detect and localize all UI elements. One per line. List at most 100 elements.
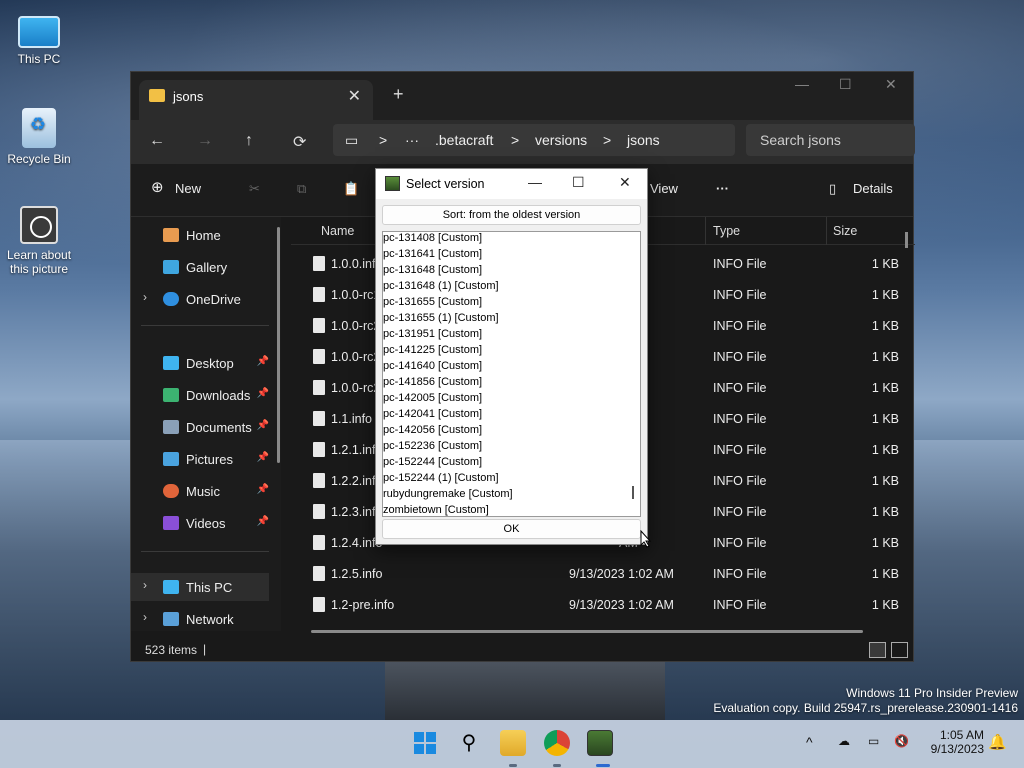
- cut-icon[interactable]: ✂: [249, 181, 260, 197]
- nav-item-videos[interactable]: Videos 📌: [131, 509, 269, 537]
- file-explorer-taskbar-icon[interactable]: [500, 730, 526, 756]
- refresh-button[interactable]: ⟳: [293, 132, 306, 152]
- clock[interactable]: 1:05 AM 9/13/2023: [922, 728, 984, 756]
- column-header-name[interactable]: Name: [321, 224, 354, 238]
- pin-icon[interactable]: 📌: [257, 452, 269, 463]
- list-item[interactable]: pc-141225 [Custom]: [383, 343, 627, 359]
- column-divider[interactable]: [826, 217, 827, 245]
- list-item[interactable]: pc-131408 [Custom]: [383, 232, 627, 247]
- file-icon: [313, 411, 325, 426]
- copy-icon[interactable]: ⧉: [297, 181, 306, 197]
- nav-item-music[interactable]: Music 📌: [131, 477, 269, 505]
- list-item[interactable]: pc-141856 [Custom]: [383, 375, 627, 391]
- start-button[interactable]: [412, 730, 438, 756]
- tiles-view-button[interactable]: [891, 642, 908, 658]
- notification-bell-icon[interactable]: 🔔: [988, 733, 1007, 751]
- list-item[interactable]: pc-152236 [Custom]: [383, 439, 627, 455]
- search-icon[interactable]: ⚲: [456, 730, 482, 756]
- list-item[interactable]: pc-152244 [Custom]: [383, 455, 627, 471]
- list-item[interactable]: pc-142005 [Custom]: [383, 391, 627, 407]
- tray-chevron-icon[interactable]: ^: [806, 734, 813, 750]
- ok-button[interactable]: OK: [382, 519, 641, 539]
- tab-jsons[interactable]: jsons ✕: [139, 80, 373, 120]
- close-tab-icon[interactable]: ✕: [348, 86, 361, 106]
- dialog-maximize-button[interactable]: ☐: [572, 174, 585, 191]
- nav-item-network[interactable]: › Network: [131, 605, 269, 633]
- clock-time: 1:05 AM: [939, 728, 984, 742]
- list-item[interactable]: pc-142056 [Custom]: [383, 423, 627, 439]
- breadcrumb-more[interactable]: ···: [405, 132, 419, 148]
- column-divider[interactable]: [705, 217, 706, 245]
- breadcrumb-item-betacraft[interactable]: .betacraft: [435, 132, 493, 148]
- list-item[interactable]: pc-131648 [Custom]: [383, 263, 627, 279]
- file-icon: [313, 256, 325, 271]
- betacraft-taskbar-icon[interactable]: [587, 730, 613, 756]
- maximize-button[interactable]: ☐: [839, 76, 852, 93]
- nav-item-this-pc[interactable]: › This PC: [131, 573, 269, 601]
- minimize-button[interactable]: —: [795, 76, 809, 92]
- column-header-type[interactable]: Type: [713, 224, 740, 238]
- search-input[interactable]: Search jsons: [746, 124, 915, 156]
- vertical-scrollbar[interactable]: [905, 232, 908, 248]
- nav-item-desktop[interactable]: Desktop 📌: [131, 349, 269, 377]
- list-item[interactable]: pc-142041 [Custom]: [383, 407, 627, 423]
- list-item[interactable]: pc-131641 [Custom]: [383, 247, 627, 263]
- tab-title: jsons: [173, 89, 204, 104]
- list-item[interactable]: pc-141640 [Custom]: [383, 359, 627, 375]
- breadcrumb[interactable]: ▭ > ··· .betacraft > versions > jsons: [333, 124, 735, 156]
- list-item[interactable]: pc-152244 (1) [Custom]: [383, 471, 627, 487]
- new-button[interactable]: New: [175, 181, 201, 196]
- nav-item-home[interactable]: Home: [131, 221, 269, 249]
- back-button[interactable]: ←: [149, 132, 165, 150]
- paste-icon[interactable]: 📋: [343, 181, 359, 197]
- volume-muted-icon[interactable]: 🔇: [894, 734, 909, 748]
- nav-item-pictures[interactable]: Pictures 📌: [131, 445, 269, 473]
- nav-item-documents[interactable]: Documents 📌: [131, 413, 269, 441]
- forward-button[interactable]: →: [197, 132, 213, 150]
- horizontal-scrollbar[interactable]: [311, 630, 863, 633]
- details-button[interactable]: Details: [853, 181, 893, 196]
- details-view-button[interactable]: [869, 642, 886, 658]
- chevron-right-icon[interactable]: ›: [143, 610, 147, 624]
- dialog-title: Select version: [406, 177, 485, 191]
- column-header-size[interactable]: Size: [833, 224, 857, 238]
- pin-icon[interactable]: 📌: [257, 484, 269, 495]
- version-listbox[interactable]: pc-131408 [Custom] pc-131641 [Custom] pc-1…: [382, 231, 641, 517]
- pin-icon[interactable]: 📌: [257, 356, 269, 367]
- sort-button[interactable]: Sort: from the oldest version: [382, 205, 641, 225]
- listbox-scrollbar-thumb[interactable]: [632, 486, 634, 499]
- nav-item-downloads[interactable]: Downloads 📌: [131, 381, 269, 409]
- desktop-icon-learn-picture[interactable]: Learn about this picture: [3, 206, 75, 276]
- nav-item-gallery[interactable]: Gallery: [131, 253, 269, 281]
- onedrive-tray-icon[interactable]: ☁: [838, 734, 850, 748]
- table-row[interactable]: 1.2.5.info 9/13/2023 1:02 AM INFO File 1 KB: [291, 559, 915, 590]
- table-row[interactable]: 1.2-pre.info 9/13/2023 1:02 AM INFO File 1 …: [291, 590, 915, 621]
- more-options-button[interactable]: ···: [716, 181, 729, 196]
- list-item[interactable]: pc-131655 (1) [Custom]: [383, 311, 627, 327]
- pin-icon[interactable]: 📌: [257, 420, 269, 431]
- desktop-icon-this-pc[interactable]: This PC: [3, 10, 75, 66]
- chevron-right-icon[interactable]: ›: [143, 578, 147, 592]
- close-window-button[interactable]: ✕: [885, 76, 897, 93]
- dialog-close-button[interactable]: ✕: [619, 174, 631, 191]
- desktop-icon-recycle-bin[interactable]: Recycle Bin: [3, 108, 75, 166]
- breadcrumb-item-jsons[interactable]: jsons: [627, 132, 660, 148]
- chevron-right-icon[interactable]: ›: [143, 290, 147, 304]
- list-item[interactable]: rubydungremake [Custom]: [383, 487, 627, 503]
- view-button[interactable]: View: [650, 181, 678, 196]
- nav-item-onedrive[interactable]: › OneDrive: [131, 285, 269, 313]
- pin-icon[interactable]: 📌: [257, 516, 269, 527]
- file-date: 9/13/2023 1:02 AM: [569, 598, 674, 612]
- breadcrumb-item-versions[interactable]: versions: [535, 132, 587, 148]
- nav-scrollbar[interactable]: [277, 227, 280, 463]
- new-tab-button[interactable]: +: [393, 84, 404, 105]
- chrome-icon[interactable]: [544, 730, 570, 756]
- list-item[interactable]: zombietown [Custom]: [383, 503, 627, 516]
- pin-icon[interactable]: 📌: [257, 388, 269, 399]
- up-button[interactable]: ↑: [245, 132, 253, 150]
- list-item[interactable]: pc-131951 [Custom]: [383, 327, 627, 343]
- list-item[interactable]: pc-131655 [Custom]: [383, 295, 627, 311]
- dialog-minimize-button[interactable]: —: [528, 174, 542, 190]
- list-item[interactable]: pc-131648 (1) [Custom]: [383, 279, 627, 295]
- network-tray-icon[interactable]: ▭: [868, 734, 879, 748]
